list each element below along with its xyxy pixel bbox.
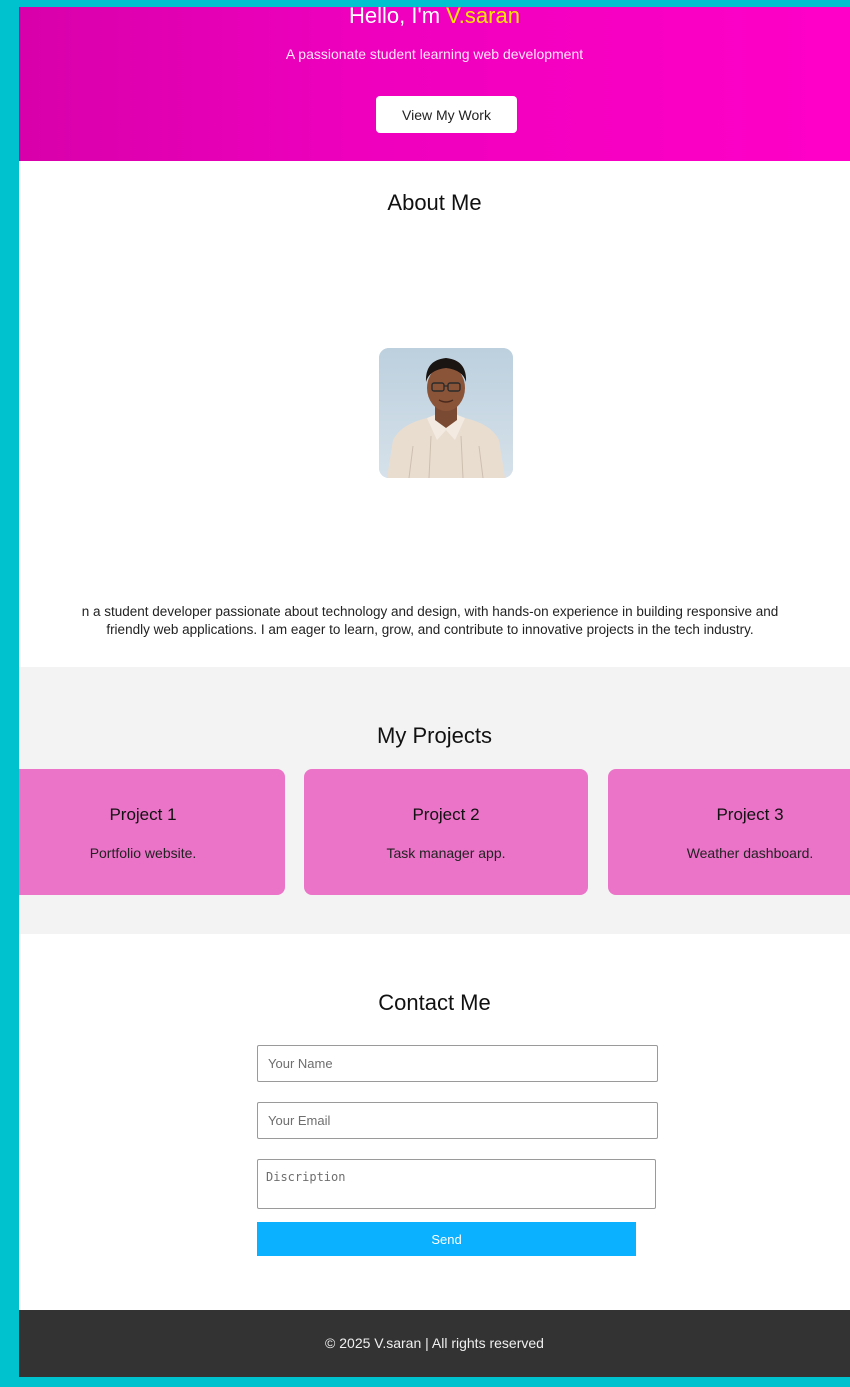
project-card-1[interactable]: Project 1 Portfolio website. [19,769,285,895]
footer: © 2025 V.saran | All rights reserved [19,1310,850,1377]
hero-greeting: Hello, I'm [349,7,447,28]
profile-photo [379,348,513,478]
hero-section: Hello, I'm V.saran A passionate student … [19,7,850,161]
project-card-2[interactable]: Project 2 Task manager app. [304,769,588,895]
project-card-description: Task manager app. [386,845,506,861]
project-card-3[interactable]: Project 3 Weather dashboard. [608,769,850,895]
hero-title: Hello, I'm V.saran [19,7,850,31]
projects-title: My Projects [377,723,492,748]
description-textarea[interactable] [257,1159,656,1209]
project-card-title: Project 1 [109,805,177,824]
portfolio-page: Hello, I'm V.saran A passionate student … [19,7,850,1377]
project-card-description: Weather dashboard. [686,845,814,861]
about-title: About Me [387,190,482,215]
email-input[interactable] [257,1102,658,1139]
project-card-title: Project 2 [412,805,480,824]
contact-title: Contact Me [378,990,491,1015]
projects-section: My Projects Project 1 Portfolio website.… [19,667,850,934]
profile-photo-image [379,348,513,478]
name-input[interactable] [257,1045,658,1082]
project-card-title: Project 3 [716,805,784,824]
project-card-description: Portfolio website. [89,845,197,861]
about-description-line-1: n a student developer passionate about t… [81,604,779,619]
about-description: n a student developer passionate about t… [19,603,850,639]
hero-tagline: A passionate student learning web develo… [285,46,584,62]
footer-copyright: © 2025 V.saran | All rights reserved [325,1335,544,1351]
send-button[interactable]: Send [257,1222,636,1256]
about-description-line-2: friendly web applications. I am eager to… [106,622,754,637]
hero-name: V.saran [446,7,520,28]
view-my-work-button[interactable]: View My Work [376,96,517,133]
